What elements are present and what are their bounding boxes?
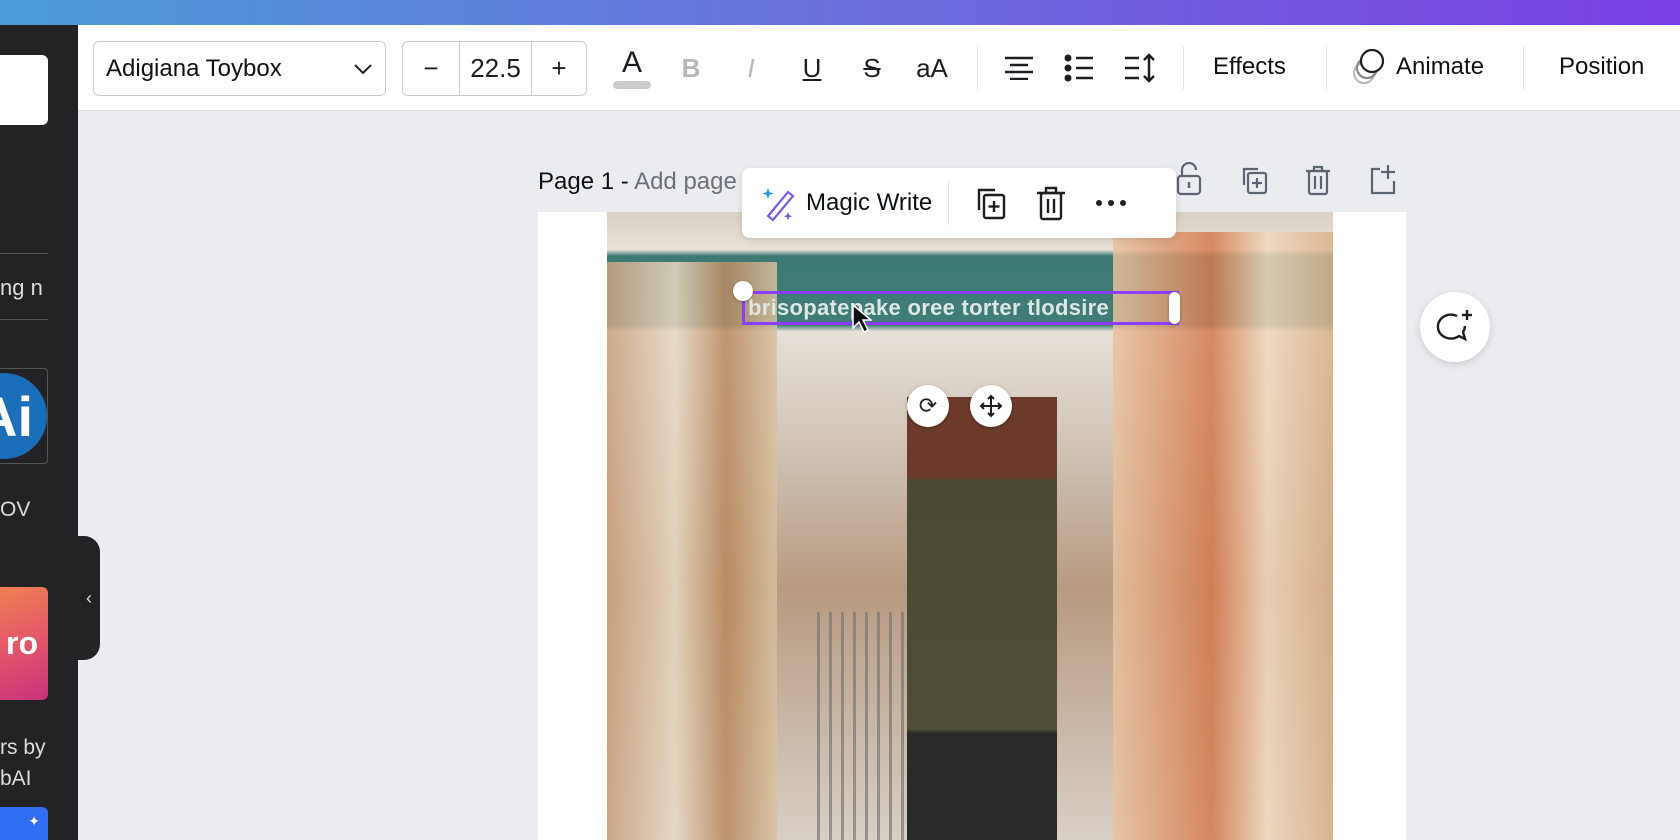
unlock-icon [1176, 161, 1202, 196]
add-page-button[interactable] [1368, 163, 1398, 201]
font-family-dropdown[interactable]: Adigiana Toybox [93, 41, 386, 96]
divider [1523, 46, 1524, 90]
collapse-panel-button[interactable]: ‹ [78, 536, 100, 660]
generate-button[interactable]: ✦ [0, 807, 48, 840]
trash-icon [1306, 165, 1330, 196]
trash-icon [1037, 186, 1066, 221]
move-handle[interactable] [970, 385, 1012, 427]
resize-handle-right[interactable] [1169, 292, 1180, 324]
delete-page-button[interactable] [1304, 164, 1332, 202]
color-swatch [613, 80, 651, 89]
font-size-stepper: − 22.5 + [402, 41, 587, 96]
sparkle-icon: ✦ [28, 813, 40, 829]
panel-search-box[interactable] [0, 55, 48, 125]
rotate-icon: ⟳ [918, 393, 938, 418]
more-options-button[interactable] [1081, 200, 1141, 206]
selected-text-box[interactable]: brisopatepake oree torter tlodsire [742, 291, 1179, 325]
magic-wand-icon [762, 188, 795, 222]
bold-icon: B [681, 52, 701, 83]
shopping-cart [817, 612, 917, 840]
side-panel: ng n Ai OV ro rs by bAI ✦ [0, 25, 78, 840]
font-size-input[interactable]: 22.5 [460, 42, 532, 95]
text-toolbar: Adigiana Toybox − 22.5 + A B I U S aA Ef… [78, 25, 1680, 111]
app-tile-pro[interactable]: ro [0, 587, 48, 700]
app-tile-label: OV [0, 498, 31, 521]
align-center-icon [1005, 56, 1033, 80]
line-spacing-icon [1125, 53, 1155, 83]
position-button[interactable]: Position [1559, 53, 1644, 81]
increase-font-size-button[interactable]: + [532, 42, 586, 95]
app-tile-ai[interactable]: Ai [0, 368, 48, 464]
strikethrough-icon: S [863, 52, 881, 83]
divider [1326, 46, 1327, 90]
font-name: Adigiana Toybox [106, 54, 282, 82]
more-icon [1096, 200, 1127, 206]
page-header: Page 1 - Add page [538, 168, 737, 196]
lock-page-button[interactable] [1175, 161, 1203, 202]
top-header-bar [0, 0, 1680, 25]
page-title: Page 1 - [538, 168, 629, 195]
move-icon [979, 394, 1003, 418]
app-logo: Ai [0, 373, 47, 459]
mouse-cursor [852, 303, 874, 339]
delete-element-button[interactable] [1021, 185, 1081, 221]
animate-button[interactable]: Animate [1350, 47, 1484, 87]
animate-icon [1352, 48, 1385, 85]
divider [977, 46, 978, 90]
decrease-font-size-button[interactable]: − [403, 42, 460, 95]
animate-label: Animate [1396, 53, 1485, 80]
label-line: bAI [0, 767, 32, 790]
bullet-list-icon [1064, 54, 1093, 82]
duplicate-element-button[interactable] [961, 186, 1021, 220]
page-title-input[interactable]: Add page [634, 168, 737, 195]
text-color-button[interactable]: A [610, 43, 654, 93]
bullet-list-button[interactable] [1058, 45, 1100, 91]
text-color-icon: A [621, 45, 642, 79]
underline-button[interactable]: U [792, 45, 832, 91]
duplicate-icon [1242, 167, 1268, 195]
italic-icon: I [747, 52, 755, 83]
left-shelf [607, 262, 777, 840]
align-center-button[interactable] [998, 45, 1040, 91]
add-comment-button[interactable] [1420, 292, 1490, 362]
strikethrough-button[interactable]: S [852, 45, 892, 91]
line-spacing-button[interactable] [1119, 45, 1161, 91]
canvas-text[interactable]: brisopatepake oree torter tlodsire [748, 295, 1109, 321]
app-logo: ro [6, 625, 38, 661]
divider [1183, 46, 1184, 90]
letter-case-button[interactable]: aA [909, 45, 955, 91]
duplicate-page-button[interactable] [1240, 165, 1270, 201]
bold-button[interactable]: B [671, 45, 711, 91]
panel-text: ng n [0, 275, 43, 300]
magic-write-button[interactable]: Magic Write [742, 181, 950, 225]
add-page-icon [1370, 165, 1396, 195]
shopper-figure [907, 397, 1057, 840]
divider [0, 319, 48, 320]
underline-icon: U [802, 52, 822, 83]
divider [0, 253, 48, 254]
letter-case-icon: aA [916, 52, 948, 83]
magic-write-label: Magic Write [806, 189, 933, 216]
element-context-menu: Magic Write [742, 168, 1176, 238]
duplicate-icon [978, 188, 1006, 220]
effects-button[interactable]: Effects [1213, 53, 1286, 81]
resize-handle-top-left[interactable] [733, 281, 753, 301]
comment-add-icon [1436, 310, 1472, 342]
app-tile-label: rs by bAI [0, 732, 46, 794]
chevron-down-icon [354, 63, 372, 74]
rotate-handle[interactable]: ⟳ [907, 385, 949, 427]
italic-button[interactable]: I [731, 45, 771, 91]
label-line: rs by [0, 736, 46, 759]
chevron-left-icon: ‹ [86, 587, 92, 608]
